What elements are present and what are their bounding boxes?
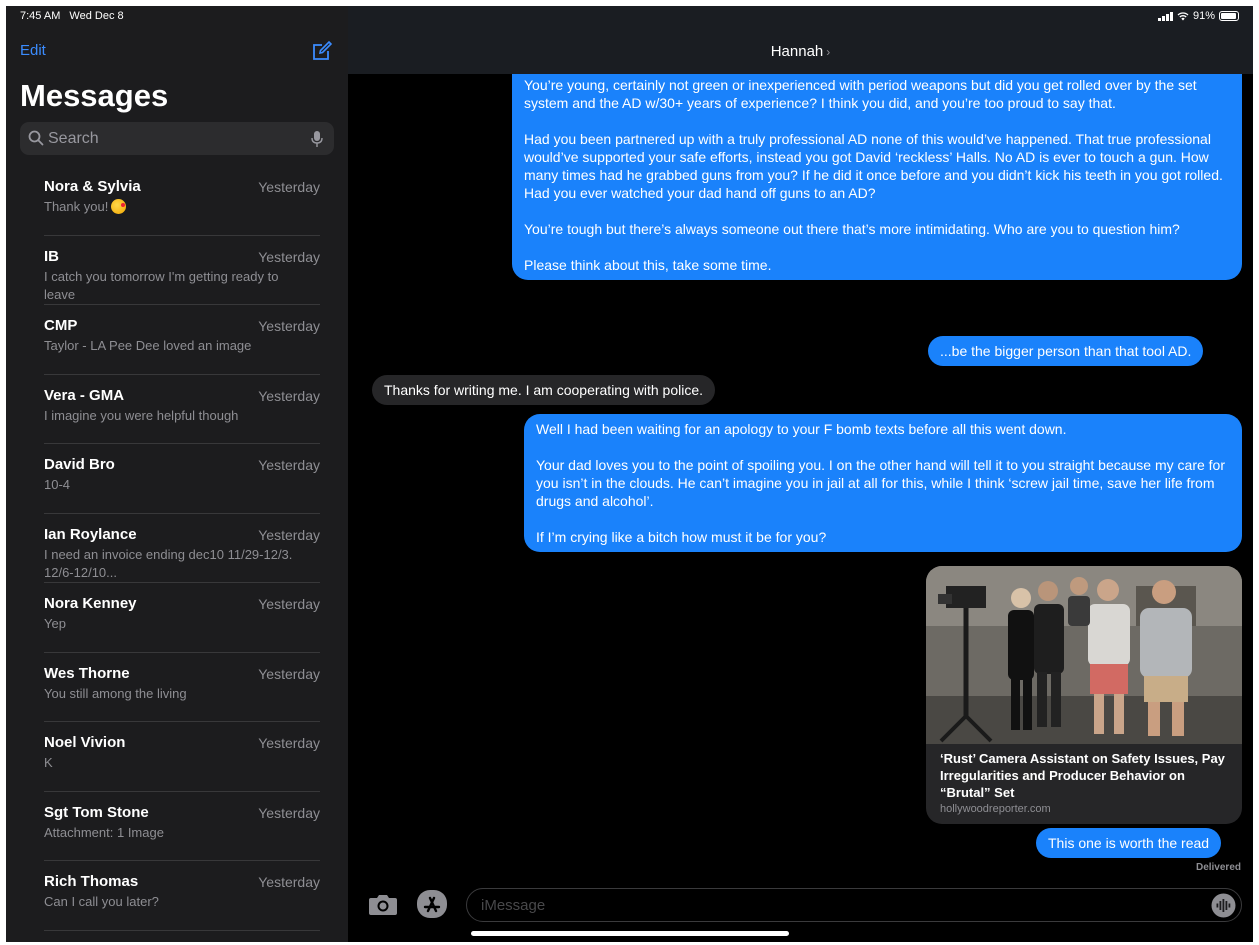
message-input-field[interactable]: [466, 888, 1242, 922]
conversation-item[interactable]: IB Yesterday I catch you tomorrow I'm ge…: [6, 236, 348, 306]
delivered-status: Delivered: [1195, 862, 1241, 873]
message-paragraph: If I’m crying like a bitch how must it b…: [536, 529, 827, 545]
conversation-preview: You still among the living: [44, 685, 187, 701]
conversation-name: David Bro: [44, 456, 115, 473]
message-bubble-outgoing[interactable]: ...be the bigger person than that tool A…: [928, 336, 1204, 366]
conversation-name: Nora & Sylvia: [44, 178, 141, 195]
conversation-time: Yesterday: [258, 387, 320, 404]
conversation-preview: I catch you tomorrow I'm getting ready t…: [44, 268, 279, 302]
conversation-preview: I imagine you were helpful though: [44, 407, 239, 423]
link-preview-card[interactable]: ‘Rust’ Camera Assistant on Safety Issues…: [926, 566, 1242, 824]
conversation-time: Yesterday: [258, 248, 320, 265]
message-paragraph: Please think about this, take some time.: [524, 257, 772, 273]
contact-name: Hannah: [770, 43, 824, 60]
conversation-name: Sgt Tom Stone: [44, 803, 149, 821]
message-paragraph: Had you been partnered up with a truly p…: [524, 131, 1223, 201]
app-store-icon[interactable]: [416, 889, 448, 919]
chevron-right-icon: ›: [826, 45, 831, 59]
conversation-item[interactable]: Nora & Sylvia Yesterday Thank you!: [6, 166, 348, 236]
edit-button[interactable]: Edit: [20, 42, 46, 59]
link-preview-title: ‘Rust’ Camera Assistant on Safety Issues…: [940, 751, 1225, 800]
conversation-item[interactable]: Noel Vivion Yesterday K: [6, 722, 348, 792]
conversation-name: Wes Thorne: [44, 664, 130, 682]
message-bubble-incoming[interactable]: Thanks for writing me. I am cooperating …: [372, 375, 716, 405]
microphone-icon[interactable]: [310, 130, 324, 148]
message-paragraph: Well I had been waiting for an apology t…: [536, 421, 1067, 437]
conversation-item[interactable]: CMP Yesterday Taylor - LA Pee Dee loved …: [6, 305, 348, 375]
conversation-item[interactable]: Nora Kenney Yesterday Yep: [6, 583, 348, 653]
conversation-preview: Yep: [44, 616, 66, 631]
link-preview-image: [926, 566, 1242, 744]
conversation-time: Yesterday: [258, 665, 320, 682]
link-preview-domain: hollywoodreporter.com: [940, 803, 1051, 815]
conversation-name: Ian Roylance: [44, 525, 137, 543]
conversation-name: CMP: [44, 317, 78, 334]
message-text: This one is worth the read: [1048, 835, 1210, 851]
compose-icon[interactable]: [311, 40, 333, 62]
message-bubble-outgoing[interactable]: This one is worth the read: [1036, 828, 1222, 858]
camera-icon[interactable]: [368, 892, 398, 916]
battery-percent: 91%: [1192, 10, 1215, 22]
home-indicator[interactable]: [471, 931, 789, 936]
conversation-preview: Taylor - LA Pee Dee loved an image: [44, 338, 252, 353]
status-time: 7:45 AM: [20, 10, 61, 22]
status-date: Wed Dec 8: [69, 10, 124, 22]
conversation-item[interactable]: Ian Roylance Yesterday I need an invoice…: [6, 514, 348, 584]
conversation-preview: I need an invoice ending dec10 11/29-12/…: [44, 546, 293, 580]
conversation-time: Yesterday: [258, 179, 320, 195]
chat-pane: 91% Hannah › You’re young, certainly not …: [348, 6, 1253, 942]
search-icon: [28, 130, 44, 146]
ipad-screen: 7:45 AM Wed Dec 8 Edit Messages Nora & S…: [6, 6, 1253, 942]
conversation-time: Yesterday: [258, 874, 320, 890]
conversation-item[interactable]: Wes Thorne Yesterday You still among the…: [6, 653, 348, 723]
conversation-sidebar: 7:45 AM Wed Dec 8 Edit Messages Nora & S…: [6, 6, 348, 942]
message-paragraph: You’re young, certainly not green or ine…: [524, 77, 1197, 111]
status-bar-left: 7:45 AM Wed Dec 8: [20, 10, 124, 22]
message-paragraph: You’re tough but there’s always someone …: [524, 221, 1180, 237]
conversation-name: Noel Vivion: [44, 734, 126, 751]
conversation-time: Yesterday: [258, 526, 320, 543]
conversation-time: Yesterday: [258, 804, 320, 821]
wifi-icon: [1177, 12, 1189, 21]
message-input[interactable]: [481, 889, 1181, 921]
audio-message-icon[interactable]: [1211, 893, 1236, 918]
conversation-name: Rich Thomas: [44, 873, 139, 890]
conversation-time: Yesterday: [258, 318, 320, 334]
conversation-item[interactable]: Sgt Tom Stone Yesterday Attachment: 1 Im…: [6, 792, 348, 862]
preview-text: Thank you!: [44, 199, 109, 214]
status-bar-right: 91%: [1157, 10, 1239, 22]
conversation-preview: K: [44, 755, 53, 770]
message-paragraph: Your dad loves you to the point of spoil…: [536, 457, 1226, 509]
search-input[interactable]: [48, 122, 298, 155]
conversation-item[interactable]: Vera - GMA Yesterday I imagine you were …: [6, 375, 348, 445]
search-bar[interactable]: [20, 122, 334, 155]
page-title: Messages: [20, 78, 169, 113]
conversation-name: Vera - GMA: [44, 386, 125, 404]
contact-name-button[interactable]: Hannah ›: [348, 43, 1253, 60]
conversation-preview: 10-4: [44, 477, 71, 492]
cellular-signal-icon: [1157, 11, 1173, 21]
message-text: ...be the bigger person than that tool A…: [940, 343, 1192, 359]
message-bubble-outgoing[interactable]: Well I had been waiting for an apology t…: [524, 414, 1242, 552]
battery-icon: [1219, 11, 1239, 21]
conversation-list: Nora & Sylvia Yesterday Thank you! IB Ye…: [6, 166, 348, 931]
conversation-preview: Attachment: 1 Image: [44, 824, 164, 840]
conversation-name: IB: [44, 247, 59, 265]
conversation-time: Yesterday: [258, 596, 320, 612]
conversation-item[interactable]: Rich Thomas Yesterday Can I call you lat…: [6, 861, 348, 931]
message-bubble-outgoing[interactable]: You’re young, certainly not green or ine…: [512, 56, 1242, 280]
conversation-time: Yesterday: [258, 457, 320, 473]
message-text: Thanks for writing me. I am cooperating …: [384, 382, 704, 398]
conversation-time: Yesterday: [258, 735, 320, 751]
conversation-preview: Can I call you later?: [44, 894, 159, 909]
conversation-item[interactable]: David Bro Yesterday 10-4: [6, 444, 348, 514]
conversation-name: Nora Kenney: [44, 595, 137, 612]
winking-kiss-emoji-icon: [111, 199, 127, 214]
conversation-preview: Thank you!: [44, 198, 294, 216]
chat-header: 91% Hannah ›: [348, 6, 1253, 74]
